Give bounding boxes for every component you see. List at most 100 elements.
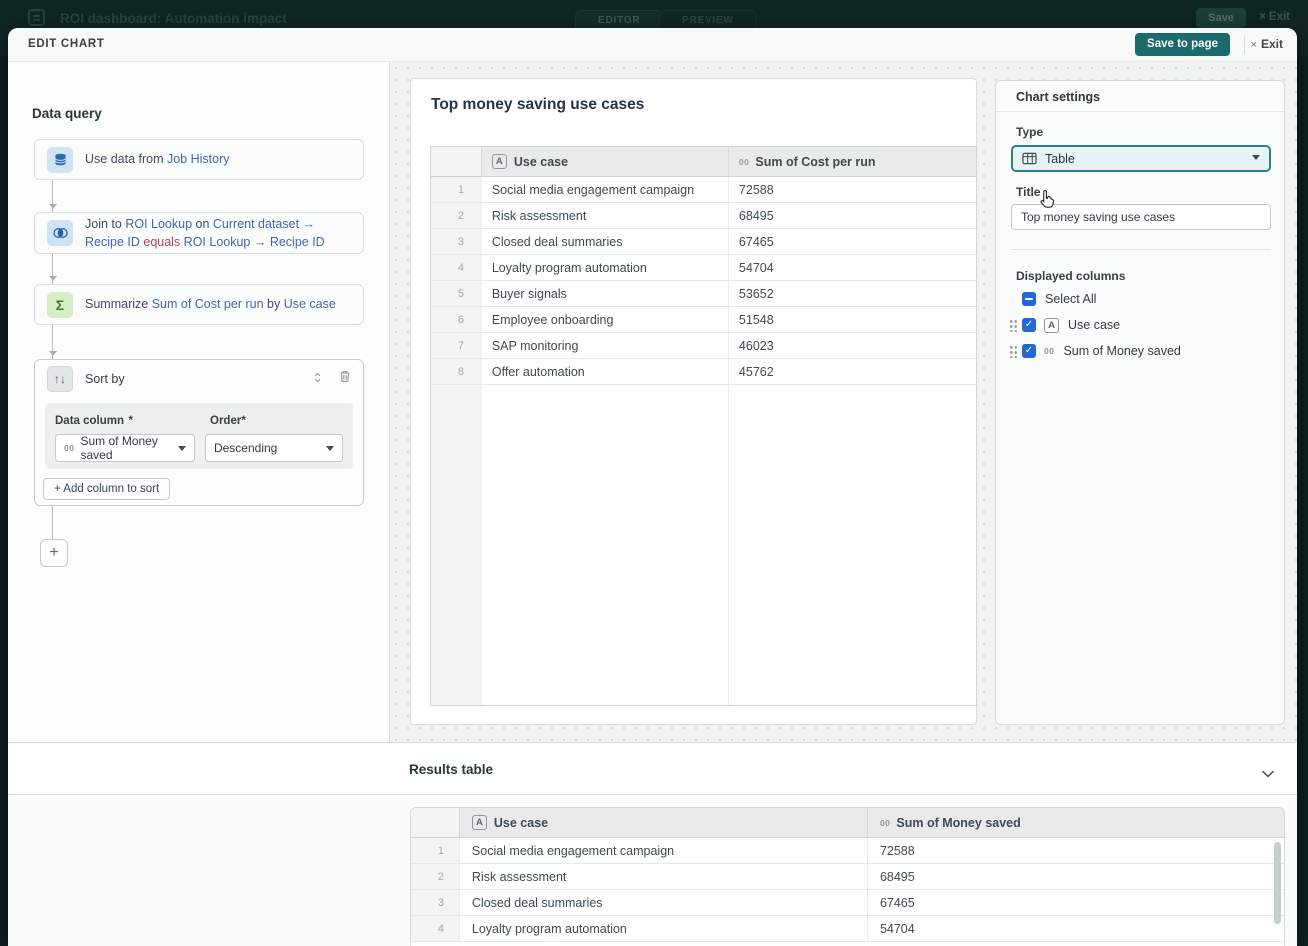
job-history-link[interactable]: Job History — [167, 152, 230, 166]
value-cell[interactable]: 54704 — [728, 255, 976, 280]
column-label: Use case — [1068, 318, 1120, 332]
value-cell[interactable]: 53652 — [728, 281, 976, 306]
step-summarize[interactable]: Σ Summarize Sum of Cost per run by Use c… — [34, 284, 364, 325]
sum-cost-per-run-link[interactable]: Sum of Cost per run — [152, 297, 264, 311]
column-header-use-case[interactable]: AUse case — [459, 808, 867, 837]
row-number: 3 — [431, 229, 481, 254]
step-use-data[interactable]: Use data from Job History — [34, 139, 364, 180]
pipeline-connector — [52, 506, 53, 539]
results-header[interactable]: Results table — [8, 743, 1297, 795]
sort-step-header[interactable]: ↑↓ Sort by — [35, 360, 363, 397]
column-header-use-case[interactable]: AUse case — [481, 147, 728, 176]
empty-rows-area — [431, 385, 976, 705]
chart-type-select[interactable]: Table — [1011, 145, 1271, 172]
value-cell[interactable]: 72588 — [728, 177, 976, 202]
displayed-column-row[interactable]: ✓ A Use case — [996, 315, 1284, 335]
use-case-cell[interactable]: Social media engagement campaign — [481, 177, 728, 202]
scrollbar-thumb[interactable] — [1274, 842, 1281, 924]
drag-handle-icon[interactable] — [1009, 318, 1018, 332]
column-header-sum-cost[interactable]: 00Sum of Cost per run — [728, 147, 976, 176]
displayed-columns-label: Displayed columns — [1016, 269, 1125, 283]
row-number: 1 — [411, 838, 459, 863]
table-row: 2Risk assessment68495 — [431, 203, 976, 229]
divider — [1011, 249, 1271, 250]
add-step-button[interactable]: + — [40, 539, 68, 567]
chart-settings-panel: Chart settings Type Table Title Displaye… — [995, 80, 1285, 725]
order-value: Descending — [214, 441, 277, 455]
drag-handle-icon[interactable] — [1009, 344, 1018, 358]
text-column-icon: A — [1044, 318, 1059, 333]
close-icon: × — [1251, 39, 1257, 51]
tab-preview[interactable]: PREVIEW — [659, 10, 757, 29]
use-case-cell[interactable]: Closed deal summaries — [481, 229, 728, 254]
use-case-cell[interactable]: Closed deal summaries — [459, 890, 867, 915]
use-case-link[interactable]: Use case — [284, 297, 336, 311]
collapse-icon[interactable] — [312, 370, 323, 388]
column-header-sum-money[interactable]: 00Sum of Money saved — [867, 808, 1284, 837]
sigma-icon: Σ — [47, 292, 73, 318]
use-case-cell[interactable]: Offer automation — [481, 359, 728, 384]
add-column-to-sort-button[interactable]: + Add column to sort — [43, 478, 170, 500]
topbar-save-button[interactable]: Save — [1196, 8, 1246, 28]
title-label: Title — [1016, 185, 1040, 199]
use-case-cell[interactable]: Loyalty program automation — [481, 255, 728, 280]
chart-preview-card: Top money saving use cases AUse case 00S… — [410, 78, 977, 725]
use-case-cell[interactable]: Risk assessment — [481, 203, 728, 228]
table-row: 5Buyer signals53652 — [431, 281, 976, 307]
value-cell[interactable]: 54704 — [867, 916, 1284, 941]
data-column-select[interactable]: 00 Sum of Money saved — [55, 434, 195, 462]
topbar-exit-button[interactable]: × Exit — [1259, 11, 1290, 23]
roi-lookup-recipe-link[interactable]: ROI Lookup → Recipe ID — [184, 235, 325, 249]
type-label: Type — [1016, 125, 1043, 139]
chevron-down-icon — [1252, 155, 1260, 164]
pipeline-connector — [52, 180, 53, 212]
value-cell[interactable]: 68495 — [728, 203, 976, 228]
close-icon: × — [1259, 11, 1266, 23]
displayed-column-row[interactable]: ✓ 00 Sum of Money saved — [996, 341, 1284, 361]
chart-title-input[interactable] — [1011, 204, 1271, 230]
roi-lookup-link[interactable]: ROI Lookup — [125, 217, 192, 231]
use-case-cell[interactable]: Buyer signals — [481, 281, 728, 306]
value-cell[interactable]: 46023 — [728, 333, 976, 358]
use-case-cell[interactable]: SAP monitoring — [481, 333, 728, 358]
order-label: Order — [210, 415, 241, 427]
use-case-cell[interactable]: Employee onboarding — [481, 307, 728, 332]
chevron-down-icon — [178, 446, 186, 455]
preview-table-header: AUse case 00Sum of Cost per run — [431, 147, 976, 177]
modal-title: EDIT CHART — [28, 38, 105, 50]
use-case-cell[interactable]: Social media engagement campaign — [459, 838, 867, 863]
text-column-icon: A — [492, 154, 507, 169]
use-case-cell[interactable]: Risk assessment — [459, 864, 867, 889]
value-cell[interactable]: 45762 — [728, 359, 976, 384]
app-logo-icon — [28, 9, 45, 26]
delete-step-icon[interactable] — [339, 370, 351, 388]
value-cell[interactable]: 67465 — [867, 890, 1284, 915]
row-number: 8 — [431, 359, 481, 384]
modal-exit-button[interactable]: ×Exit — [1251, 37, 1283, 51]
use-case-cell[interactable]: Loyalty program automation — [459, 916, 867, 941]
save-to-page-button[interactable]: Save to page — [1135, 33, 1230, 56]
row-number: 6 — [431, 307, 481, 332]
select-all-checkbox[interactable] — [1022, 292, 1036, 306]
results-table-header: AUse case 00Sum of Money saved — [411, 808, 1284, 838]
column-label: Sum of Money saved — [1063, 344, 1180, 358]
chevron-down-icon[interactable] — [1261, 765, 1275, 783]
tab-editor[interactable]: EDITOR — [575, 10, 663, 29]
use-case-checkbox[interactable]: ✓ — [1022, 318, 1036, 332]
value-cell[interactable]: 67465 — [728, 229, 976, 254]
sum-money-saved-checkbox[interactable]: ✓ — [1022, 344, 1036, 358]
value-cell[interactable]: 51548 — [728, 307, 976, 332]
chart-type-value: Table — [1045, 152, 1075, 166]
select-all-row[interactable]: Select All — [996, 289, 1284, 309]
value-cell[interactable]: 68495 — [867, 864, 1284, 889]
chart-title: Top money saving use cases — [431, 96, 644, 114]
row-number: 1 — [431, 177, 481, 202]
preview-table: AUse case 00Sum of Cost per run 1Social … — [430, 146, 977, 706]
value-cell[interactable]: 72588 — [867, 838, 1284, 863]
table-row: 2Risk assessment68495 — [411, 864, 1284, 890]
equals-operator: equals — [140, 235, 184, 249]
order-select[interactable]: Descending — [205, 434, 343, 462]
table-row: 8Offer automation45762 — [431, 359, 976, 385]
step-join[interactable]: Join to ROI Lookup on Current dataset → … — [34, 212, 364, 254]
table-row: 6Employee onboarding51548 — [431, 307, 976, 333]
